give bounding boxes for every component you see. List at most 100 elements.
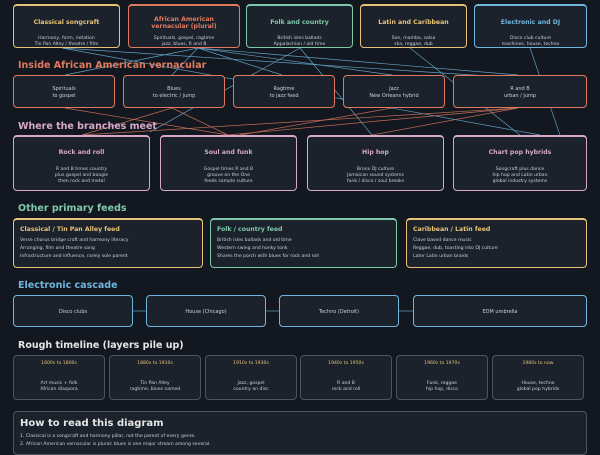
branch-soul-and-funk: Soul and funk Gospel times R and B groov… bbox=[160, 135, 297, 191]
feed-folk-line-2: Western swing and honky tonk bbox=[217, 246, 288, 251]
timeline-year-6: 1980s to now bbox=[522, 361, 554, 366]
branch-soul-desc-3: feeds sample culture bbox=[204, 179, 253, 184]
root-classical: Classical songcraft Harmony, form, notat… bbox=[13, 4, 120, 48]
root-electronic-dj: Electronic and DJ Disco club culture mac… bbox=[474, 4, 587, 48]
wire-rnb-to-soul bbox=[227, 107, 519, 136]
cascade-edm-label: EDM umbrella bbox=[482, 309, 518, 315]
feed-classical: Classical / Tin Pan Alley feed Verse cho… bbox=[13, 218, 203, 268]
branch-hiphop-desc-3: funk / disco / soul breaks bbox=[346, 179, 405, 184]
feed-latin-line-2: Reggae, dub, toasting into DJ culture bbox=[413, 246, 498, 251]
timeline-item-6: 1980s to now House, techno global pop hy… bbox=[492, 355, 584, 400]
howto-line-1: 1. Classical is a songcraft and harmony … bbox=[20, 434, 196, 439]
howto-line-2: 2. African American vernacular is plural… bbox=[20, 442, 211, 447]
inside-spirituals-line-2: to gospel bbox=[52, 93, 76, 99]
feeds-heading: Other primary feeds bbox=[18, 203, 127, 214]
wire-jazz-to-soul bbox=[239, 107, 393, 136]
timeline-desc-3a: Jazz, gospel bbox=[237, 381, 265, 386]
root-latin-title: Latin and Caribbean bbox=[378, 19, 449, 26]
timeline-year-3: 1910s to 1930s bbox=[233, 361, 269, 366]
branch-pop-desc-2: hip hop and Latin urban bbox=[492, 173, 548, 178]
timeline-item-5: 1960s to 1970s Funk, reggae hip hop, dis… bbox=[396, 355, 488, 400]
timeline-desc-5b: hip hop, disco bbox=[425, 387, 459, 392]
wire-rnb-to-hiphop bbox=[371, 107, 519, 136]
electronic-heading: Electronic cascade bbox=[18, 280, 118, 291]
branch-rock-desc-2: plus gospel and boogie bbox=[54, 173, 109, 178]
feed-classical-line-2: Arranging, film and theatre song bbox=[20, 246, 95, 251]
inside-rnb-line-1: R and B bbox=[510, 86, 530, 92]
root-electronic-desc-1: Disco club culture bbox=[509, 36, 552, 41]
root-latin-desc-1: Son, mambo, salsa bbox=[391, 36, 436, 41]
feed-folk-country: Folk / country feed British isles ballad… bbox=[210, 218, 397, 268]
timeline-desc-1a: Art music + folk bbox=[40, 381, 78, 386]
timeline-year-4: 1940s to 1950s bbox=[328, 361, 364, 366]
timeline-item-3: 1910s to 1930s Jazz, gospel country on d… bbox=[205, 355, 297, 400]
root-latin-caribbean: Latin and Caribbean Son, mambo, salsa sk… bbox=[360, 4, 467, 48]
inside-rnb-line-2: urban / jump bbox=[503, 93, 537, 99]
inside-jazz: Jazz New Orleans hybrid bbox=[343, 75, 445, 108]
wire-african-to-rnb bbox=[197, 47, 519, 76]
branch-rock-desc-1: R and B times country bbox=[55, 167, 108, 172]
root-african-title-2: vernacular (plural) bbox=[151, 23, 217, 30]
root-latin-desc-2: ska, reggae, dub bbox=[394, 42, 433, 47]
branch-hiphop-desc-2: Jamaican sound systems bbox=[347, 173, 404, 178]
root-classical-desc-1: Harmony, form, notation bbox=[38, 36, 95, 41]
root-african-american: African American vernacular (plural) Spi… bbox=[128, 4, 240, 48]
timeline-item-1: 1600s to 1800s Art music + folk African … bbox=[13, 355, 105, 400]
branches-heading: Where the branches meet bbox=[18, 121, 157, 132]
timeline-desc-2a: Tin Pan Alley bbox=[140, 381, 170, 386]
howto-heading: How to read this diagram bbox=[20, 418, 164, 429]
inside-jazz-line-2: New Orleans hybrid bbox=[369, 93, 419, 99]
inside-rnb: R and B urban / jump bbox=[453, 75, 587, 108]
timeline-year-2: 1880s to 1910s bbox=[137, 361, 173, 366]
timeline-desc-4a: R and B bbox=[337, 381, 355, 386]
feed-folk-line-1: British isles ballads and old time bbox=[217, 238, 292, 243]
cascade-disco-clubs: Disco clubs bbox=[13, 295, 133, 327]
branch-pop-title: Chart pop hybrids bbox=[488, 149, 552, 156]
timeline-desc-1b: African diaspora bbox=[40, 387, 78, 392]
root-african-desc-2: jazz, blues, R and B bbox=[161, 42, 207, 47]
branch-soul-desc-1: Gospel times R and B bbox=[203, 167, 254, 172]
cascade-house-label: House (Chicago) bbox=[185, 309, 227, 315]
timeline-desc-5a: Funk, reggae bbox=[427, 381, 457, 386]
timeline-item-2: 1880s to 1910s Tin Pan Alley ragtime, bl… bbox=[109, 355, 201, 400]
root-classical-title: Classical songcraft bbox=[33, 19, 100, 26]
timeline-desc-4b: rock and roll bbox=[331, 387, 361, 392]
wire-african-to-jazz bbox=[197, 47, 393, 76]
wire-blues-to-soul bbox=[171, 107, 229, 136]
root-electronic-title: Electronic and DJ bbox=[500, 19, 561, 26]
branch-rock-title: Rock and roll bbox=[58, 149, 105, 156]
root-electronic-desc-2: machines, house, techno bbox=[501, 42, 560, 47]
cascade-techno-label: Techno (Detroit) bbox=[318, 309, 360, 315]
inside-spirituals-line-1: Spirituals bbox=[52, 86, 76, 92]
cascade-house: House (Chicago) bbox=[146, 295, 266, 327]
inside-ragtime: Ragtime to jazz feed bbox=[233, 75, 335, 108]
root-folk-country: Folk and country British isles ballads A… bbox=[246, 4, 353, 48]
branch-pop-desc-1: Songcraft plus dance bbox=[495, 167, 545, 172]
inside-ragtime-line-1: Ragtime bbox=[273, 86, 295, 92]
howto-panel: How to read this diagram 1. Classical is… bbox=[13, 411, 587, 455]
inside-blues-line-2: to electric / jump bbox=[152, 93, 196, 99]
root-folk-desc-1: British isles ballads bbox=[277, 36, 322, 41]
inside-blues: Blues to electric / jump bbox=[123, 75, 225, 108]
feed-latin-line-1: Clave based dance music bbox=[413, 238, 472, 243]
branch-chart-pop: Chart pop hybrids Songcraft plus dance h… bbox=[453, 135, 587, 191]
timeline-year-5: 1960s to 1970s bbox=[424, 361, 460, 366]
branch-rock-and-roll: Rock and roll R and B times country plus… bbox=[13, 135, 150, 191]
inside-heading: Inside African American vernacular bbox=[18, 60, 207, 71]
feed-latin-line-3: Later Latin urban braids bbox=[413, 254, 469, 259]
feed-folk-title: Folk / country feed bbox=[217, 226, 283, 233]
timeline-desc-6a: House, techno bbox=[521, 381, 555, 386]
timeline-desc-3b: country on disc bbox=[233, 387, 269, 392]
feed-latin-title: Caribbean / Latin feed bbox=[413, 226, 491, 233]
branch-pop-desc-3: global industry systems bbox=[492, 179, 548, 184]
cascade-disco-label: Disco clubs bbox=[58, 309, 88, 315]
branch-hiphop-desc-1: Bronx DJ culture bbox=[356, 167, 395, 172]
feed-folk-line-3: Shares the porch with blues for rock and… bbox=[217, 254, 319, 259]
timeline-desc-6b: global pop hybrids bbox=[516, 387, 560, 392]
timeline-desc-2b: ragtime, blues named bbox=[129, 387, 181, 392]
inside-blues-line-1: Blues bbox=[167, 86, 181, 92]
inside-spirituals: Spirituals to gospel bbox=[13, 75, 115, 108]
cascade-techno: Techno (Detroit) bbox=[279, 295, 399, 327]
root-african-desc-1: Spirituals, gospel, ragtime bbox=[153, 36, 215, 41]
feed-classical-title: Classical / Tin Pan Alley feed bbox=[20, 226, 120, 233]
